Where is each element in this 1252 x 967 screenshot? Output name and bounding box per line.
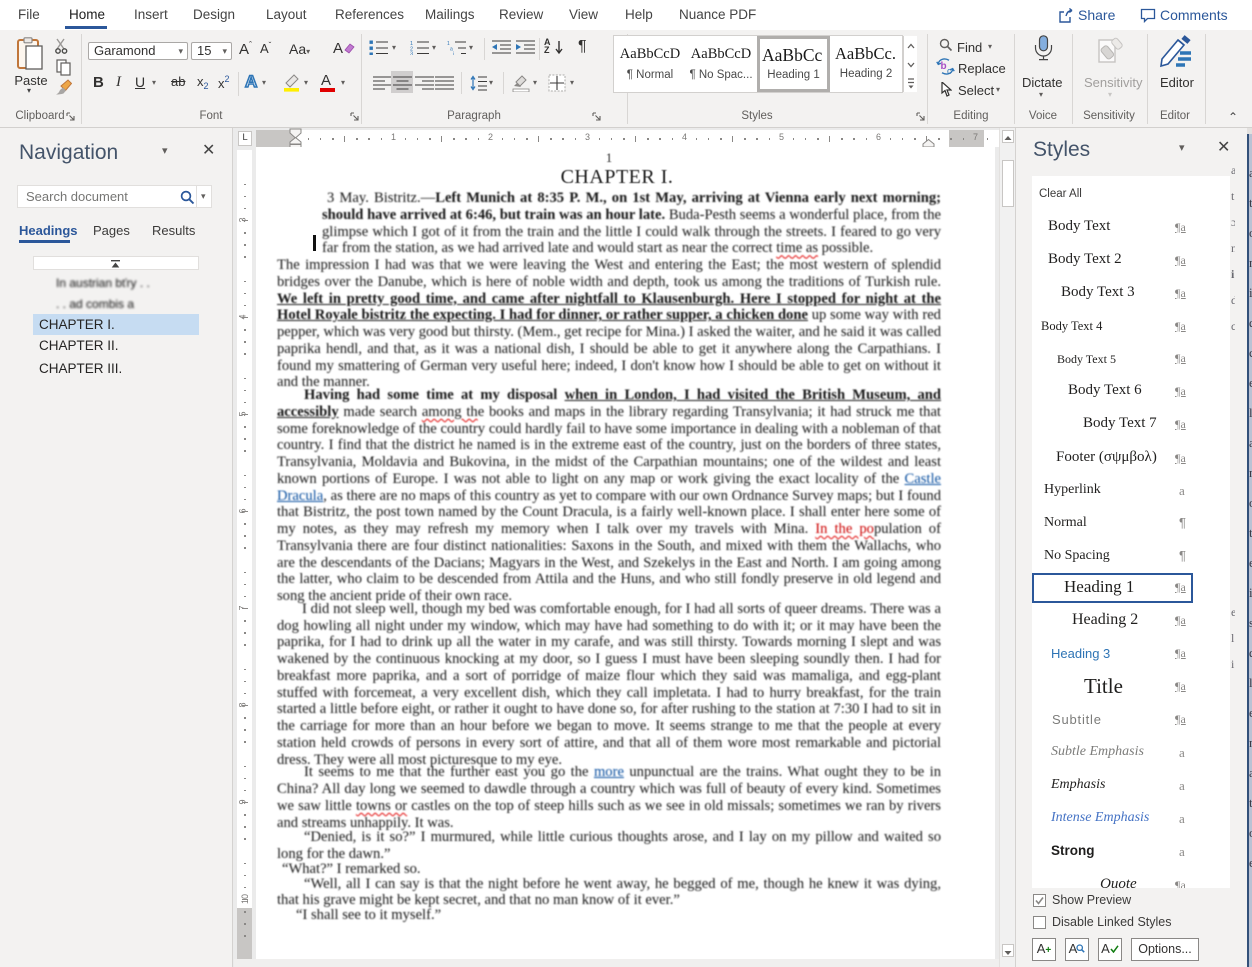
svg-text:i: i xyxy=(453,52,454,56)
svg-text:c: c xyxy=(947,66,952,75)
svg-text:b: b xyxy=(941,61,947,72)
svg-text:3: 3 xyxy=(410,52,413,56)
